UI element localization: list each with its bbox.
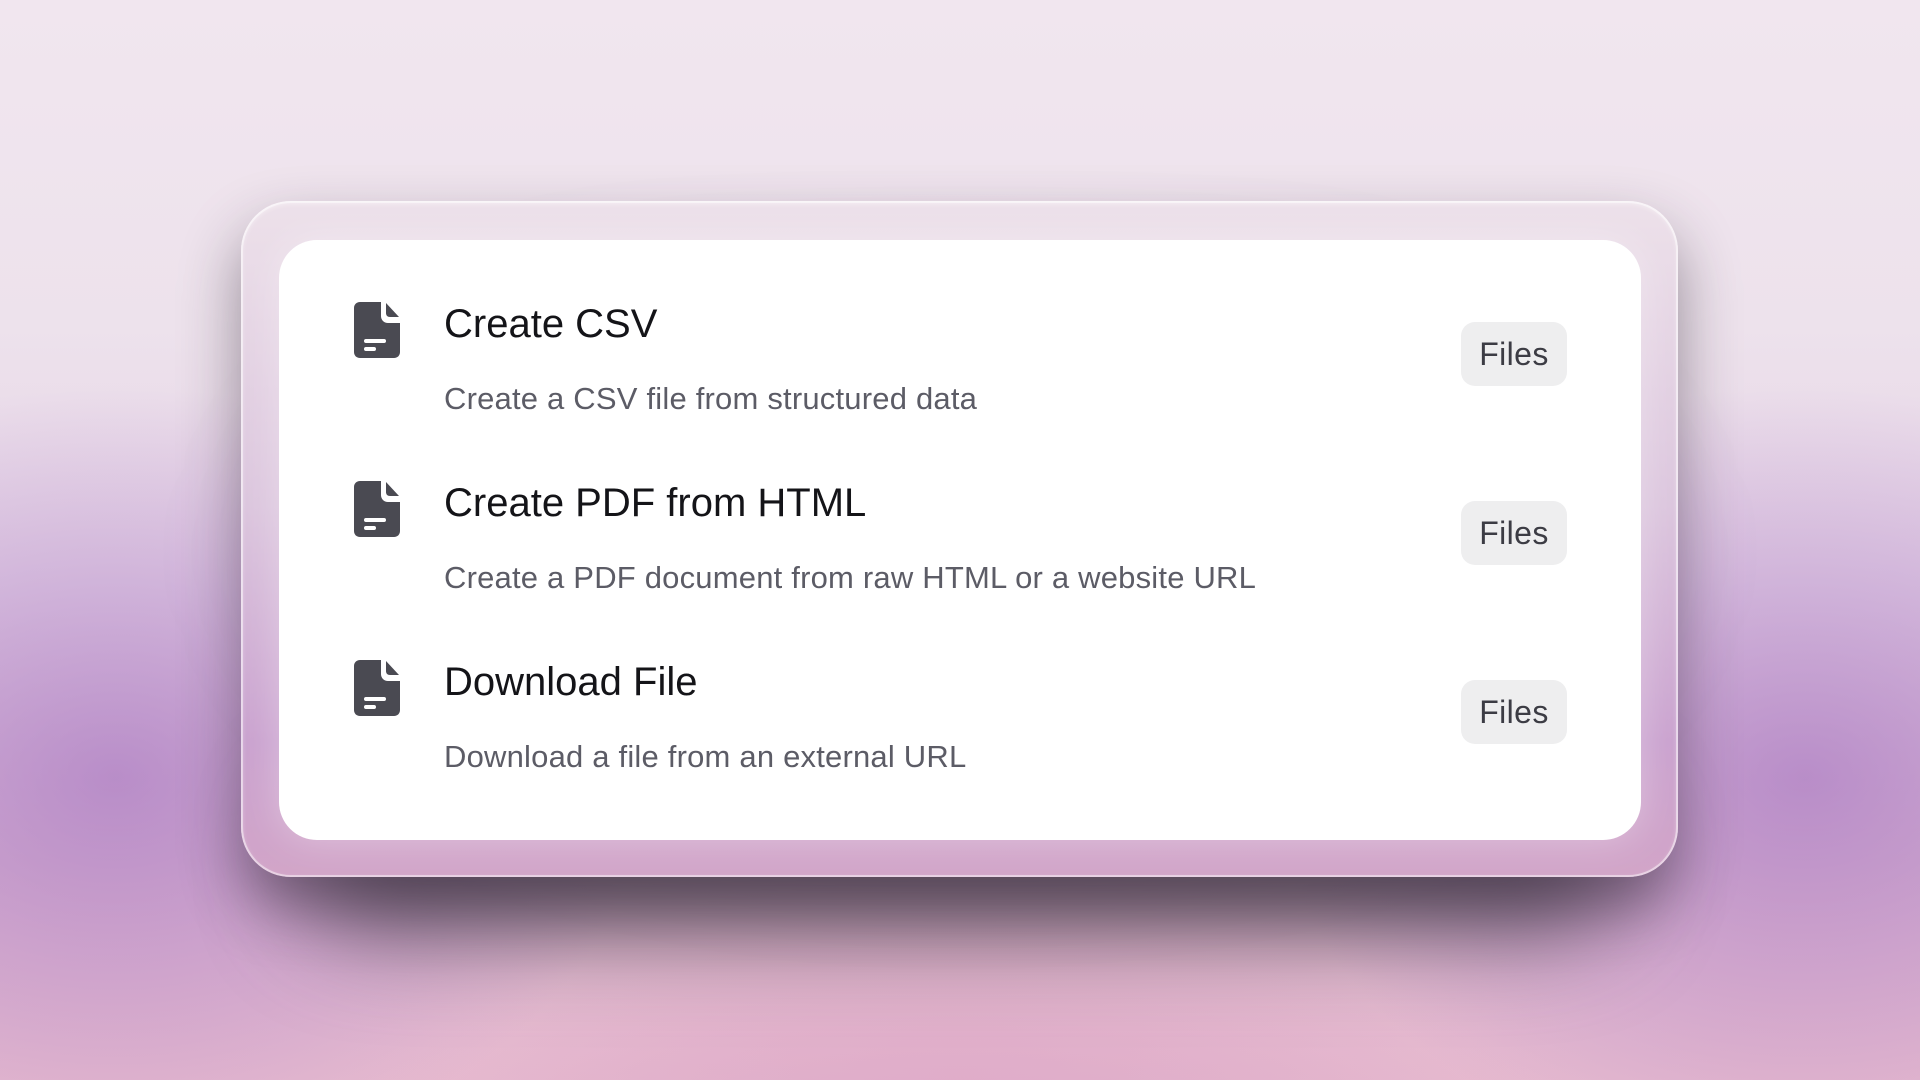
action-description: Create a PDF document from raw HTML or a… [444, 560, 1257, 595]
action-title: Download File [444, 660, 698, 704]
action-item-create-pdf-from-html[interactable]: Create PDF from HTML Create a PDF docume… [279, 419, 1641, 593]
document-icon [354, 660, 400, 716]
category-tag-files[interactable]: Files [1461, 680, 1567, 744]
action-item-create-csv[interactable]: Create CSV Create a CSV file from struct… [279, 240, 1641, 414]
category-tag-files[interactable]: Files [1461, 501, 1567, 565]
action-item-download-file[interactable]: Download File Download a file from an ex… [279, 598, 1641, 772]
document-icon [354, 481, 400, 537]
category-tag-files[interactable]: Files [1461, 322, 1567, 386]
action-title: Create PDF from HTML [444, 481, 867, 525]
document-icon [354, 302, 400, 358]
action-description: Create a CSV file from structured data [444, 381, 978, 416]
action-title: Create CSV [444, 302, 658, 346]
action-description: Download a file from an external URL [444, 739, 967, 774]
actions-card: Create CSV Create a CSV file from struct… [279, 240, 1641, 840]
